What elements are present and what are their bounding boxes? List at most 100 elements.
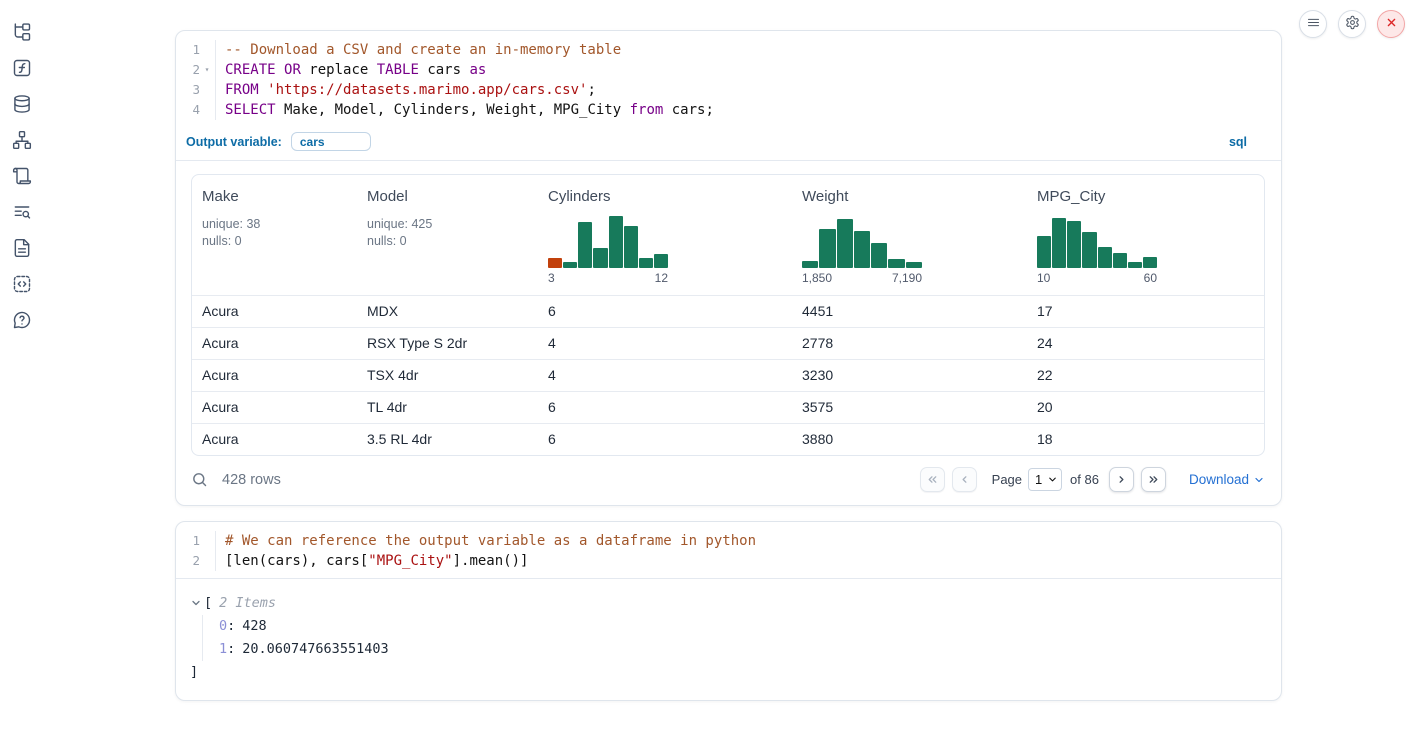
table-cell: 17 (1027, 296, 1264, 327)
histogram-bar (1098, 247, 1112, 268)
chevron-down-icon (1253, 474, 1265, 486)
chevron-down-icon[interactable] (190, 597, 202, 609)
column-stat: nulls: 0 (367, 233, 538, 250)
output-variable-row: Output variable: sql (176, 127, 1281, 160)
histogram-min-label: 1,850 (802, 271, 832, 285)
sidebar (0, 0, 44, 729)
column-header[interactable]: Model unique: 425nulls: 0 (357, 188, 538, 285)
shutdown-button[interactable] (1377, 10, 1405, 38)
table-cell: 24 (1027, 328, 1264, 359)
tree-entry: 1:20.060747663551403 (219, 638, 1265, 661)
topbar-actions (1299, 10, 1405, 38)
menu-button[interactable] (1299, 10, 1327, 38)
column-header[interactable]: Weight 1,850 7,190 (792, 188, 1027, 285)
previous-page-button[interactable] (952, 467, 977, 492)
output-variable-input[interactable] (291, 132, 371, 151)
table-cell: 22 (1027, 360, 1264, 391)
page-count-label: of 86 (1070, 472, 1099, 487)
tree-entries: 0:4281:20.060747663551403 (202, 615, 1265, 661)
column-header[interactable]: MPG_City 1060 (1027, 188, 1264, 285)
line-number: 4 (176, 100, 200, 120)
column-stat: unique: 425 (367, 216, 538, 233)
table-row[interactable]: AcuraRSX Type S 2dr4277824 (192, 327, 1264, 359)
table-header-row: Makeunique: 38nulls: 0 Model unique: 425nu… (192, 175, 1264, 295)
table-cell: TSX 4dr (357, 360, 538, 391)
sql-code-editor[interactable]: 1-- Download a CSV and create an in-memo… (176, 31, 1281, 127)
python-code-editor[interactable]: 1# We can reference the output variable … (176, 522, 1281, 578)
code-line[interactable]: 2[len(cars), cars["MPG_City"].mean()] (176, 551, 1281, 571)
histogram-bar (563, 262, 577, 268)
histogram-bar (654, 254, 668, 268)
sql-cell: 1-- Download a CSV and create an in-memo… (175, 30, 1282, 506)
histogram-min-label: 3 (548, 271, 555, 285)
column-name: MPG_City (1037, 188, 1264, 205)
tree-open-bracket: [ (204, 593, 212, 613)
line-number: 1 (176, 531, 200, 551)
histogram-bar (819, 229, 835, 268)
fold-chevron-icon[interactable]: ▾ (200, 66, 214, 74)
line-number: 3 (176, 80, 200, 100)
histogram[interactable]: 312 (548, 216, 668, 285)
output-tree: [ 2 Items 0:4281:20.060747663551403 ] (176, 579, 1281, 700)
histogram-bar (871, 243, 887, 268)
table-row[interactable]: AcuraTL 4dr6357520 (192, 391, 1264, 423)
table-cell: MDX (357, 296, 538, 327)
histogram-bar (548, 258, 562, 268)
dependency-graph-icon[interactable] (12, 130, 32, 150)
table-footer: 428 rows Page 1 of 86 (176, 456, 1281, 505)
table-cell: 4 (538, 328, 792, 359)
snippets-icon[interactable] (12, 274, 32, 294)
code-line[interactable]: 1# We can reference the output variable … (176, 531, 1281, 551)
tree-entry: 0:428 (219, 615, 1265, 638)
table-row[interactable]: Acura3.5 RL 4dr6388018 (192, 423, 1264, 455)
search-icon[interactable] (191, 471, 209, 489)
histogram[interactable]: 1060 (1037, 216, 1157, 285)
table-row[interactable]: AcuraTSX 4dr4323022 (192, 359, 1264, 391)
code-line[interactable]: 3FROM 'https://datasets.marimo.app/cars.… (176, 80, 1281, 100)
column-name: Weight (802, 188, 1027, 205)
python-cell: 1# We can reference the output variable … (175, 521, 1282, 701)
table-cell: TL 4dr (357, 392, 538, 423)
histogram-bar (906, 262, 922, 268)
tree-items-count: 2 Items (219, 593, 276, 613)
tree-root-row: [ 2 Items (190, 593, 1265, 613)
column-stat: unique: 38 (202, 216, 357, 233)
code-line[interactable]: 4SELECT Make, Model, Cylinders, Weight, … (176, 100, 1281, 120)
histogram-bar (593, 248, 607, 268)
help-icon[interactable] (12, 310, 32, 330)
download-button[interactable]: Download (1189, 472, 1265, 487)
tree-entry-value: 428 (242, 618, 266, 634)
column-header[interactable]: Makeunique: 38nulls: 0 (192, 188, 357, 285)
function-icon[interactable] (12, 58, 32, 78)
table-cell: Acura (192, 360, 357, 391)
settings-button[interactable] (1338, 10, 1366, 38)
documentation-icon[interactable] (12, 238, 32, 258)
histogram-bar (578, 222, 592, 268)
page-select[interactable]: 1 (1028, 468, 1062, 491)
settings-icon (1345, 15, 1360, 33)
histogram-bar (1052, 218, 1066, 268)
table-cell: 3575 (792, 392, 1027, 423)
download-label: Download (1189, 472, 1249, 487)
file-tree-icon[interactable] (12, 22, 32, 42)
histogram-max-label: 7,190 (892, 271, 922, 285)
histogram[interactable]: 1,850 7,190 (802, 216, 922, 285)
database-icon[interactable] (12, 94, 32, 114)
histogram-bar (1037, 236, 1051, 268)
notebook-cells: 1-- Download a CSV and create an in-memo… (175, 30, 1282, 701)
code-line[interactable]: 1-- Download a CSV and create an in-memo… (176, 40, 1281, 60)
menu-icon (1306, 15, 1321, 33)
column-header[interactable]: Cylinders312 (538, 188, 792, 285)
histogram-bar (802, 261, 818, 268)
table-cell: 18 (1027, 424, 1264, 455)
next-page-button[interactable] (1109, 467, 1134, 492)
logs-search-icon[interactable] (12, 202, 32, 222)
histogram-bar (888, 259, 904, 268)
tree-entry-key: 1 (219, 641, 227, 657)
last-page-button[interactable] (1141, 467, 1166, 492)
code-line[interactable]: 2▾CREATE OR replace TABLE cars as (176, 60, 1281, 80)
table-row[interactable]: AcuraMDX6445117 (192, 295, 1264, 327)
scratchpad-icon[interactable] (12, 166, 32, 186)
first-page-button[interactable] (920, 467, 945, 492)
column-name: Model (367, 188, 538, 205)
